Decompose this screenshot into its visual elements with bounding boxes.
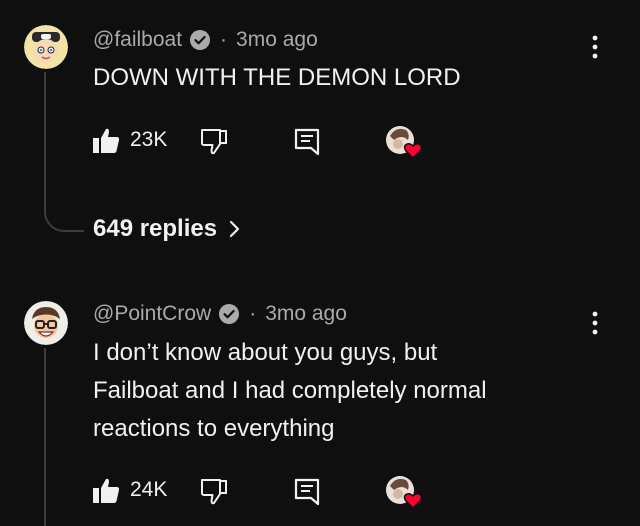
comment-pointcrow: @PointCrow · 3mo ago I don’t know about … (0, 0, 640, 526)
comment-meta: @PointCrow · 3mo ago (93, 302, 347, 326)
thumbs-down-icon[interactable] (200, 478, 228, 506)
separator-dot: · (249, 302, 257, 325)
avatar[interactable] (24, 301, 68, 345)
thumbs-up-icon[interactable] (92, 476, 120, 504)
comment-icon[interactable] (294, 478, 320, 506)
verified-check-icon (219, 304, 240, 324)
comment-time[interactable]: 3mo ago (265, 302, 347, 326)
comment-actions: 24K (92, 472, 452, 510)
comment-text: I don’t know about you guys, but Failboa… (93, 339, 487, 442)
like-count: 24K (130, 478, 168, 501)
author-name[interactable]: @PointCrow (93, 302, 211, 326)
thread-line (44, 348, 46, 526)
creator-heart-icon[interactable] (384, 472, 428, 512)
more-vert-icon[interactable] (586, 310, 604, 336)
